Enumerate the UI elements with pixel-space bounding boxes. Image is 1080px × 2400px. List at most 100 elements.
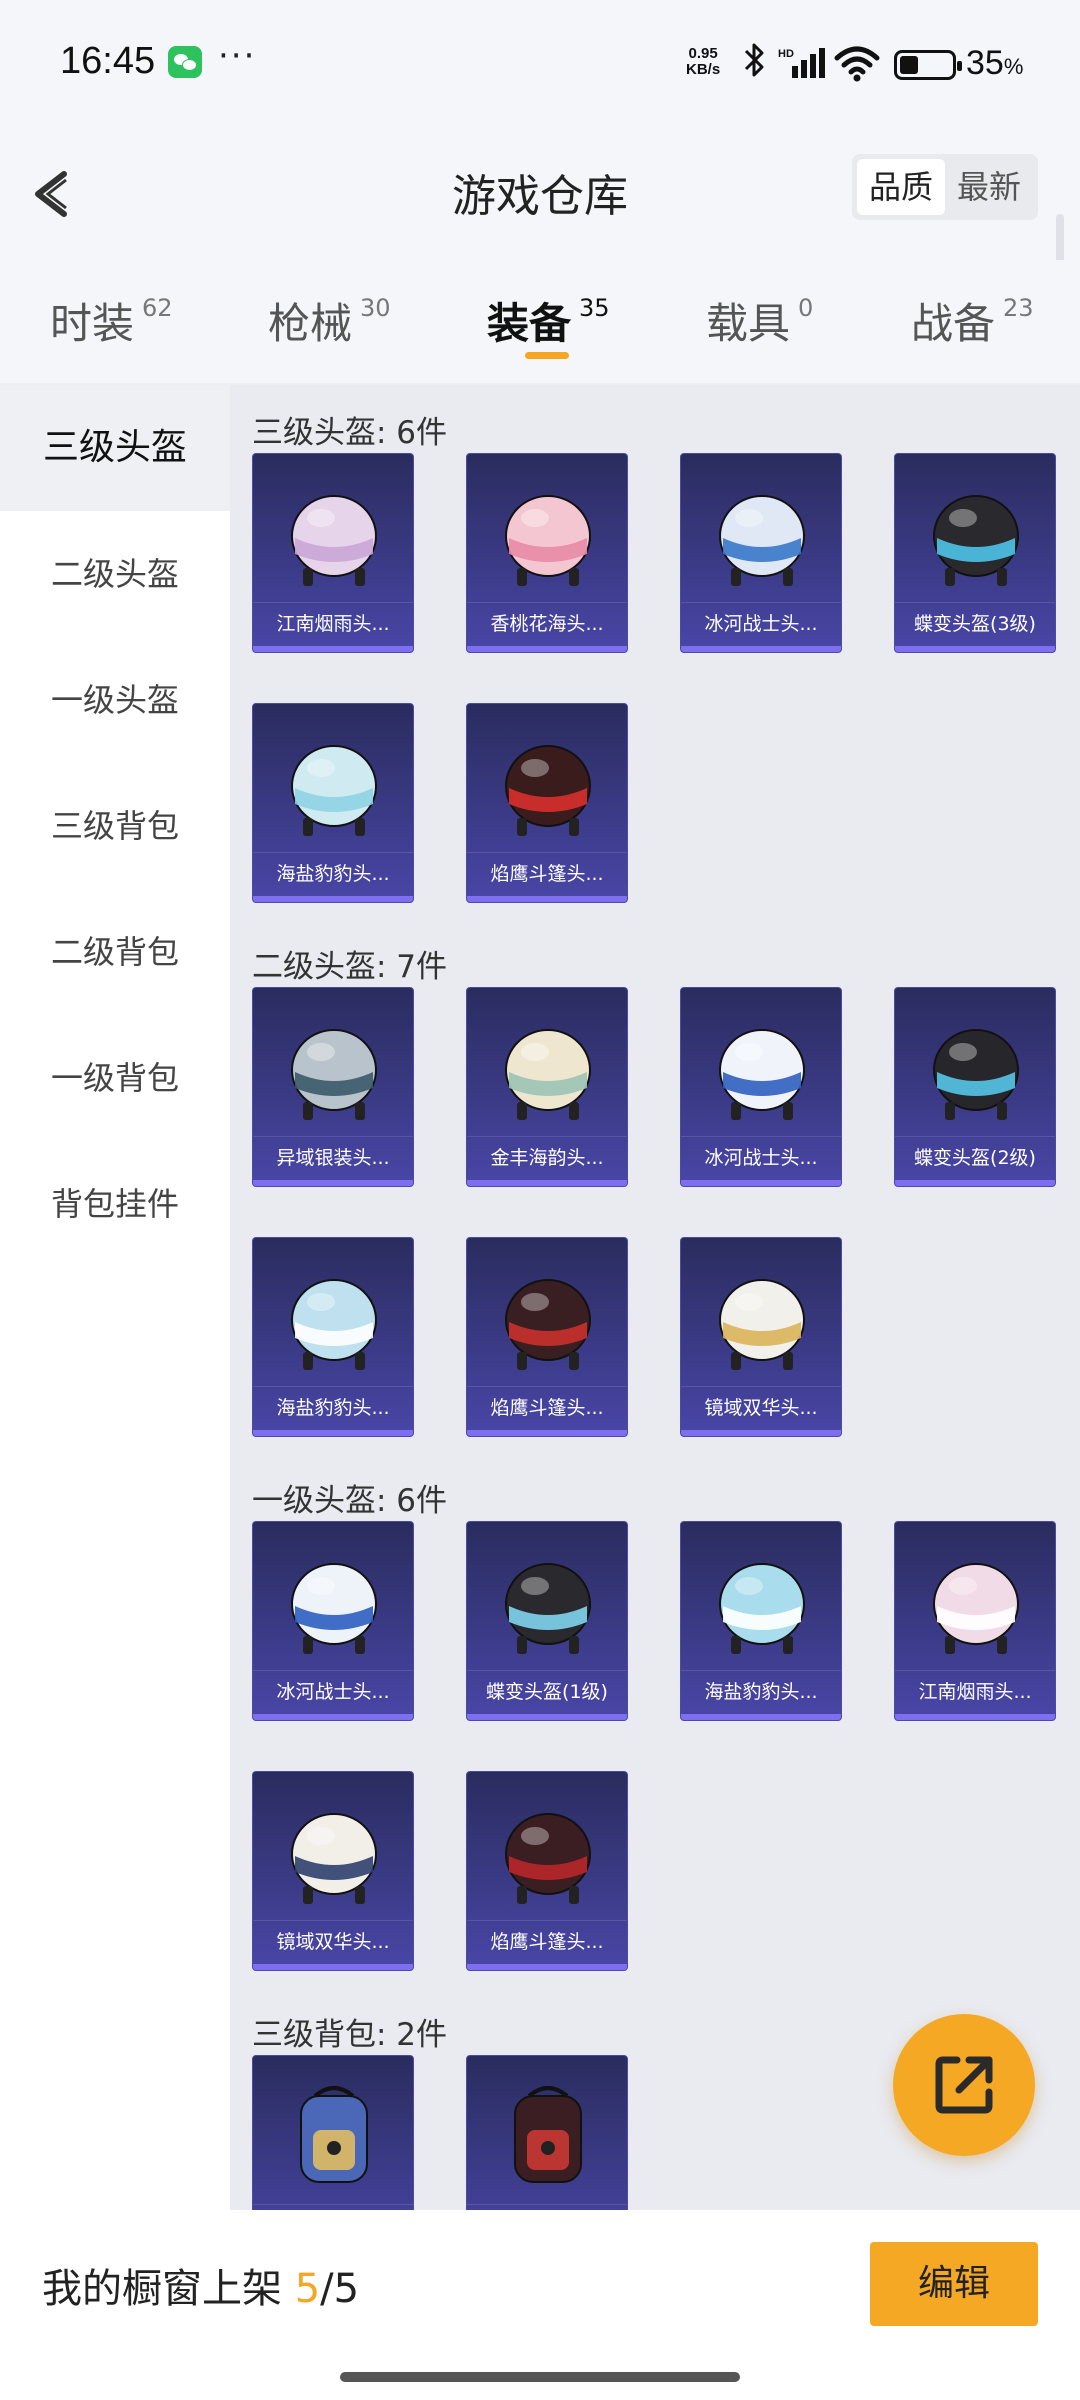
helmet-card[interactable]: 冰河战士头...: [252, 1521, 414, 1721]
svg-text:HD: HD: [778, 48, 794, 60]
backpack-icon: [300, 2086, 368, 2183]
helmet-icon: [505, 745, 591, 836]
item-name: 蝶变头盔(1级): [467, 1670, 627, 1704]
item-name: 蝶变头盔(2级): [895, 1136, 1055, 1170]
helmet-card[interactable]: 冰河战士头...: [680, 453, 842, 653]
item-name: 海盐豹豹头...: [253, 1386, 413, 1420]
sidebar: 三级头盔 二级头盔 一级头盔 三级背包 二级背包 一级背包 背包挂件: [0, 385, 230, 2210]
helmet-icon: [291, 495, 377, 586]
sidebar-item-level3-helmet[interactable]: 三级头盔: [0, 385, 230, 511]
tab-supplies[interactable]: 战备 23: [911, 290, 1034, 351]
bluetooth-icon: [742, 42, 766, 86]
tab-fashion[interactable]: 时装 62: [50, 290, 173, 351]
more-icon: ···: [218, 36, 257, 76]
battery-icon: [894, 50, 962, 80]
sidebar-item-level1-helmet[interactable]: 一级头盔: [0, 637, 230, 763]
battery-percent: 35%: [966, 44, 1024, 82]
helmet-card[interactable]: 香桃花海头...: [466, 453, 628, 653]
item-name: 蝶变头盔(3级): [895, 602, 1055, 636]
section-title: 二级头盔: 7件: [252, 949, 448, 985]
helmet-card[interactable]: 冰河战士头...: [680, 987, 842, 1187]
helmet-icon: [505, 1029, 591, 1120]
active-tab-indicator: [525, 352, 569, 359]
wechat-icon: [168, 46, 202, 78]
edit-button[interactable]: 编辑: [870, 2242, 1038, 2326]
category-tabs: 时装 62 枪械 30 装备 35 载具 0 战备 23: [0, 260, 1080, 385]
helmet-card[interactable]: 蝶变头盔(2级): [894, 987, 1056, 1187]
sort-option-latest[interactable]: 最新: [945, 159, 1033, 215]
sort-toggle: 品质 最新: [852, 154, 1038, 220]
section-title: 三级头盔: 6件: [252, 415, 448, 451]
helmet-card[interactable]: 焰鹰斗篷头...: [466, 703, 628, 903]
sidebar-item-level1-backpack[interactable]: 一级背包: [0, 1015, 230, 1141]
home-indicator[interactable]: [340, 2372, 740, 2382]
helmet-icon: [505, 1813, 591, 1904]
helmet-card[interactable]: 金丰海韵头...: [466, 987, 628, 1187]
helmet-icon: [933, 1563, 1019, 1654]
item-name: 冰河战士头...: [681, 1136, 841, 1170]
item-name: 海盐豹豹头...: [253, 852, 413, 886]
helmet-icon: [291, 1563, 377, 1654]
item-name: 焰鹰斗篷头...: [467, 852, 627, 886]
helmet-card[interactable]: 蝶变头盔(3级): [894, 453, 1056, 653]
helmet-card[interactable]: 焰鹰斗篷头...: [466, 1237, 628, 1437]
helmet-icon: [291, 1029, 377, 1120]
helmet-icon: [291, 745, 377, 836]
sidebar-item-level2-helmet[interactable]: 二级头盔: [0, 511, 230, 637]
sort-option-quality[interactable]: 品质: [857, 159, 945, 215]
sidebar-item-backpack-charm[interactable]: 背包挂件: [0, 1141, 230, 1267]
network-speed: 0.95 KB/s: [686, 45, 721, 78]
helmet-icon: [719, 1029, 805, 1120]
status-time: 16:45: [60, 40, 156, 82]
helmet-icon: [291, 1279, 377, 1370]
helmet-card[interactable]: 焰鹰斗篷头...: [466, 1771, 628, 1971]
item-name: 镜域双华头...: [681, 1386, 841, 1420]
item-name: 焰鹰斗篷头...: [467, 1386, 627, 1420]
share-icon: [935, 2056, 993, 2114]
helmet-icon: [933, 495, 1019, 586]
helmet-card[interactable]: 江南烟雨头...: [894, 1521, 1056, 1721]
tab-equipment[interactable]: 装备 35: [487, 290, 610, 351]
helmet-card[interactable]: 异域银装头...: [252, 987, 414, 1187]
item-name: 江南烟雨头...: [895, 1670, 1055, 1704]
item-name: 异域银装头...: [253, 1136, 413, 1170]
helmet-card[interactable]: 江南烟雨头...: [252, 453, 414, 653]
wifi-icon: [834, 46, 880, 82]
share-button[interactable]: [893, 2014, 1035, 2156]
helmet-card[interactable]: 蝶变头盔(1级): [466, 1521, 628, 1721]
item-name: 冰河战士头...: [253, 1670, 413, 1704]
helmet-icon: [505, 495, 591, 586]
helmet-card[interactable]: 海盐豹豹头...: [252, 1237, 414, 1437]
item-name: 冰河战士头...: [681, 602, 841, 636]
sidebar-item-level3-backpack[interactable]: 三级背包: [0, 763, 230, 889]
tab-vehicles[interactable]: 载具 0: [706, 290, 813, 351]
header: 游戏仓库 品质 最新: [0, 130, 1080, 284]
item-name: 金丰海韵头...: [467, 1136, 627, 1170]
item-name: 江南烟雨头...: [253, 602, 413, 636]
helmet-icon: [719, 1563, 805, 1654]
helmet-icon: [505, 1563, 591, 1654]
item-name: 镜域双华头...: [253, 1920, 413, 1954]
backpack-icon: [514, 2086, 582, 2183]
helmet-icon: [719, 1279, 805, 1370]
helmet-card[interactable]: 海盐豹豹头...: [680, 1521, 842, 1721]
backpack-card[interactable]: [466, 2055, 628, 2210]
signal-icon: HD: [778, 48, 825, 78]
status-bar: 16:45 ··· 0.95 KB/s HD 35%: [0, 0, 1080, 130]
item-name: 焰鹰斗篷头...: [467, 1920, 627, 1954]
helmet-icon: [505, 1279, 591, 1370]
section-title: 三级背包: 2件: [252, 2017, 448, 2053]
helmet-icon: [933, 1029, 1019, 1120]
item-name: 海盐豹豹头...: [681, 1670, 841, 1704]
backpack-card[interactable]: [252, 2055, 414, 2210]
helmet-card[interactable]: 镜域双华头...: [252, 1771, 414, 1971]
item-name: 香桃花海头...: [467, 602, 627, 636]
showcase-status: 我的橱窗上架 5/5: [42, 2266, 360, 2312]
helmet-icon: [291, 1813, 377, 1904]
helmet-card[interactable]: 海盐豹豹头...: [252, 703, 414, 903]
item-grid-area[interactable]: 三级头盔: 6件 江南烟雨头... 香桃花海头... 冰河战士头... 蝶变头盔(3级)…: [230, 385, 1080, 2210]
tab-weapons[interactable]: 枪械 30: [268, 290, 391, 351]
sidebar-item-level2-backpack[interactable]: 二级背包: [0, 889, 230, 1015]
helmet-card[interactable]: 镜域双华头...: [680, 1237, 842, 1437]
helmet-icon: [719, 495, 805, 586]
